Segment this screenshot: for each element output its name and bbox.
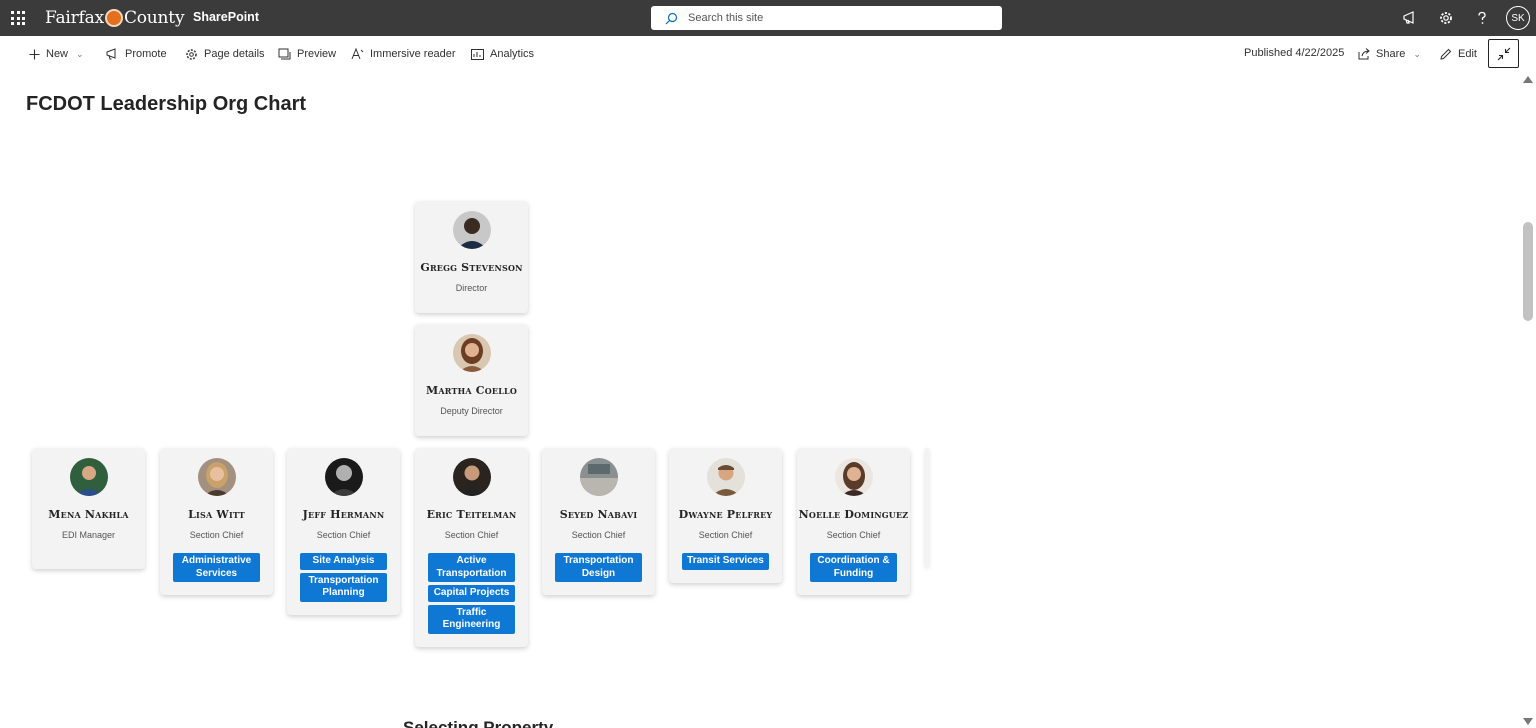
gear-icon[interactable] [1437,9,1455,27]
search-input[interactable]: Search this site [688,12,763,24]
org-card-staff[interactable]: Dwayne Pelfrey Section Chief Transit Ser… [669,448,782,583]
page-title: FCDOT Leadership Org Chart [26,93,307,115]
pencil-icon [1440,48,1452,60]
person-role: Section Chief [189,530,244,540]
person-role: EDI Manager [61,530,116,540]
immersive-reader-button[interactable]: Immersive reader [351,46,456,62]
person-name: Martha Coello [425,384,518,397]
unit-tag[interactable]: Capital Projects [428,585,515,602]
plus-icon [29,49,40,59]
person-role: Section Chief [444,530,499,540]
avatar [69,458,108,496]
unit-tag[interactable]: Coordination & Funding [810,553,897,582]
scroll-up-arrow[interactable] [1523,76,1533,83]
avatar [324,458,363,496]
avatar [452,211,491,249]
unit-tag[interactable]: Transit Services [682,553,769,570]
person-role: Deputy Director [440,406,503,416]
county-seal-icon [104,9,123,27]
megaphone-icon[interactable] [1401,9,1419,27]
org-card-staff[interactable]: Eric Teitelman Section Chief Active Tran… [415,448,528,647]
new-button[interactable]: New ⌄ [29,46,84,62]
unit-tag[interactable]: Transportation Planning [300,572,387,602]
collapse-icon [1497,47,1510,60]
person-name: Mena Nakhla [48,508,129,521]
person-name: Dwayne Pelfrey [678,508,773,521]
preview-icon [278,48,291,59]
analytics-label: Analytics [490,48,535,60]
avatar [706,458,745,496]
section-heading: Selecting Property [403,720,553,728]
edit-label: Edit [1458,48,1477,60]
app-name[interactable]: SharePoint [193,10,259,24]
unit-tag[interactable]: Traffic Engineering [428,604,515,634]
share-button[interactable]: Share ⌄ [1358,46,1421,62]
search-box[interactable]: Search this site [651,6,1002,30]
promote-label: Promote [125,48,167,60]
immersive-reader-icon [351,48,364,60]
avatar [834,458,873,496]
scrollbar-thumb[interactable] [1523,222,1533,321]
org-logo-right: County [123,8,185,28]
person-name: Seyed Nabavi [559,508,638,521]
org-card-staff[interactable]: Mena Nakhla EDI Manager [32,448,145,569]
scroll-down-arrow[interactable] [1523,718,1533,725]
person-role: Section Chief [698,530,753,540]
org-card-staff[interactable]: Jeff Hermann Section Chief Site Analysis… [287,448,400,615]
person-role: Section Chief [571,530,626,540]
focus-mode-button[interactable] [1488,39,1519,68]
org-card-staff[interactable]: Lisa Witt Section Chief Administrative S… [160,448,273,595]
person-name: Gregg Stevenson [420,261,523,274]
app-launcher-icon[interactable] [11,11,25,25]
user-avatar[interactable]: SK [1506,6,1530,30]
help-icon[interactable] [1473,9,1491,27]
unit-tag[interactable]: Transportation Design [555,553,642,582]
person-name: Noelle Dominguez [798,508,909,521]
org-card-staff[interactable]: Seyed Nabavi Section Chief Transportatio… [542,448,655,595]
gear-icon [186,48,197,60]
unit-tag[interactable]: Site Analysis [300,553,387,570]
unit-tag[interactable]: Administrative Services [173,553,260,582]
person-name: Lisa Witt [188,508,245,521]
avatar [197,458,236,496]
preview-button[interactable]: Preview [278,46,336,62]
share-icon [1358,48,1370,60]
preview-label: Preview [297,48,337,60]
org-logo-left: Fairfax [45,8,104,28]
new-label: New [46,48,69,60]
person-name: Jeff Hermann [302,508,385,521]
org-card-partial [925,448,929,566]
page-details-button[interactable]: Page details [185,46,265,62]
org-card-director[interactable]: Gregg Stevenson Director [415,201,528,313]
person-role: Section Chief [316,530,371,540]
chevron-down-icon: ⌄ [76,48,84,59]
promote-button[interactable]: Promote [106,46,167,62]
org-card-deputy[interactable]: Martha Coello Deputy Director [415,324,528,436]
immersive-reader-label: Immersive reader [370,48,456,60]
org-card-staff[interactable]: Noelle Dominguez Section Chief Coordinat… [797,448,910,595]
suite-bar: Fairfax County SharePoint Search this si… [0,0,1536,36]
unit-tag[interactable]: Active Transportation [428,553,515,582]
person-role: Director [455,283,488,293]
avatar [579,458,618,496]
person-name: Eric Teitelman [426,508,517,521]
edit-button[interactable]: Edit [1440,46,1477,62]
published-status: Published 4/22/2025 [1244,47,1345,59]
chevron-down-icon: ⌄ [1413,48,1421,59]
promote-icon [106,48,116,60]
analytics-button[interactable]: Analytics [471,46,534,62]
avatar [452,458,491,496]
avatar [452,334,491,372]
person-role: Section Chief [826,530,881,540]
org-logo[interactable]: Fairfax County [45,7,185,29]
analytics-icon [471,48,484,60]
search-icon [665,12,678,24]
share-label: Share [1376,48,1406,60]
page-details-label: Page details [204,48,265,60]
